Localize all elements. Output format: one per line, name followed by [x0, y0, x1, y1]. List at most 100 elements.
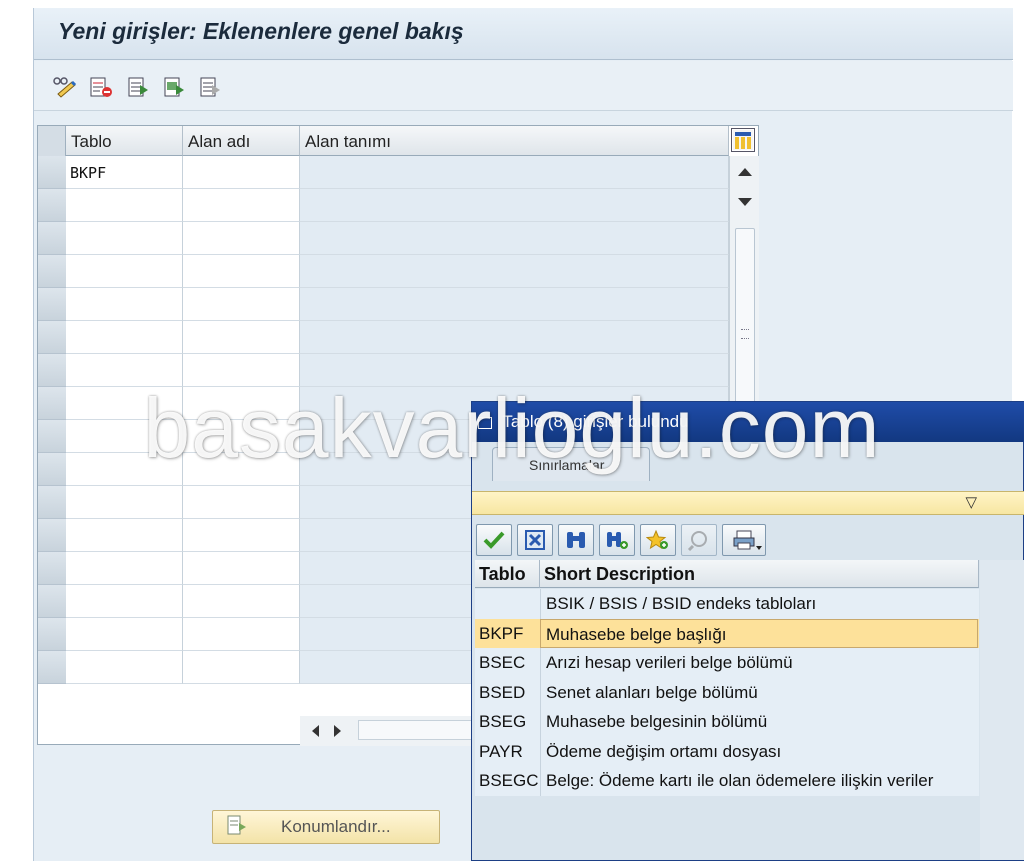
- row-selector[interactable]: [38, 222, 66, 255]
- cell-tablo[interactable]: [66, 354, 183, 387]
- search-results-popup: Tablo (8) girişler bulundu Sınırlamalar …: [471, 401, 1024, 861]
- cell-alan-tanimi[interactable]: [300, 255, 729, 288]
- result-row[interactable]: BSEG Muhasebe belgesinin bölümü: [475, 707, 979, 737]
- cell-alan-adi[interactable]: [183, 420, 300, 453]
- cell-tablo[interactable]: [66, 585, 183, 618]
- cell-alan-tanimi[interactable]: [300, 354, 729, 387]
- print-icon[interactable]: [722, 524, 766, 556]
- column-header-alan-tanimi[interactable]: Alan tanımı: [300, 126, 729, 156]
- cell-alan-adi[interactable]: [183, 321, 300, 354]
- cell-alan-adi[interactable]: [183, 519, 300, 552]
- scroll-up-icon[interactable]: [738, 168, 752, 176]
- cell-alan-tanimi[interactable]: [300, 222, 729, 255]
- title-bar: Yeni girişler: Eklenenlere genel bakış: [34, 8, 1013, 60]
- result-description: Arızi hesap verileri belge bölümü: [540, 648, 978, 678]
- position-button[interactable]: Konumlandır...: [212, 810, 440, 844]
- cell-tablo[interactable]: [66, 189, 183, 222]
- cell-alan-adi[interactable]: [183, 222, 300, 255]
- result-tablo: BSED: [479, 682, 526, 702]
- row-selector[interactable]: [38, 189, 66, 222]
- cell-alan-adi[interactable]: [183, 453, 300, 486]
- select-all-icon[interactable]: [124, 73, 154, 101]
- cell-tablo[interactable]: [66, 255, 183, 288]
- cell-alan-adi[interactable]: [183, 618, 300, 651]
- cell-tablo[interactable]: [66, 321, 183, 354]
- cell-tablo[interactable]: BKPF: [66, 156, 183, 189]
- select-all-cell[interactable]: [38, 126, 66, 156]
- tab-restrictions[interactable]: Sınırlamalar: [492, 447, 650, 481]
- cancel-close-icon[interactable]: [517, 524, 553, 556]
- help-info-icon[interactable]: [681, 524, 717, 556]
- cell-tablo[interactable]: [66, 618, 183, 651]
- cell-tablo[interactable]: [66, 453, 183, 486]
- delete-rows-icon[interactable]: [86, 73, 116, 101]
- result-tablo: BSEGC: [479, 771, 539, 790]
- scroll-left-icon[interactable]: [312, 725, 319, 737]
- result-row[interactable]: BSEGC Belge: Ödeme kartı ile olan ödemele…: [475, 766, 979, 796]
- print-dropdown-icon[interactable]: [756, 546, 762, 550]
- display-change-icon[interactable]: [50, 73, 80, 101]
- find-next-icon[interactable]: [599, 524, 635, 556]
- select-block-icon[interactable]: [160, 73, 190, 101]
- popup-window-icon: [478, 416, 492, 429]
- cell-alan-adi[interactable]: [183, 486, 300, 519]
- row-selector[interactable]: [38, 288, 66, 321]
- cell-alan-adi[interactable]: [183, 651, 300, 684]
- cell-tablo[interactable]: [66, 486, 183, 519]
- result-row[interactable]: PAYR Ödeme değişim ortamı dosyası: [475, 736, 979, 766]
- find-binoculars-icon[interactable]: [558, 524, 594, 556]
- row-selector[interactable]: [38, 519, 66, 552]
- table-settings-icon[interactable]: [731, 128, 755, 152]
- cell-tablo[interactable]: [66, 387, 183, 420]
- column-header-short-description[interactable]: Short Description: [540, 560, 979, 588]
- cell-alan-tanimi[interactable]: [300, 156, 729, 189]
- popup-title: Tablo (8) girişler bulundu: [502, 412, 689, 431]
- cell-alan-adi[interactable]: [183, 552, 300, 585]
- row-selector[interactable]: [38, 387, 66, 420]
- row-selector[interactable]: [38, 486, 66, 519]
- result-row[interactable]: BSED Senet alanları belge bölümü: [475, 677, 979, 707]
- h-scroll-thumb[interactable]: [358, 720, 478, 740]
- result-row[interactable]: BSEC Arızi hesap verileri belge bölümü: [475, 648, 979, 678]
- row-selector[interactable]: [38, 651, 66, 684]
- row-selector[interactable]: [38, 420, 66, 453]
- cell-alan-tanimi[interactable]: [300, 189, 729, 222]
- expand-restrictions-icon[interactable]: ▽: [965, 493, 977, 511]
- scroll-right-icon[interactable]: [334, 725, 341, 737]
- cell-alan-adi[interactable]: [183, 189, 300, 222]
- cell-alan-tanimi[interactable]: [300, 288, 729, 321]
- cell-alan-adi[interactable]: [183, 156, 300, 189]
- column-header-alan-adi[interactable]: Alan adı: [183, 126, 300, 156]
- popup-title-bar[interactable]: Tablo (8) girişler bulundu: [472, 402, 1024, 442]
- row-selector[interactable]: [38, 453, 66, 486]
- result-row[interactable]: BSIK / BSIS / BSID endeks tabloları: [475, 589, 979, 619]
- cell-alan-adi[interactable]: [183, 387, 300, 420]
- cell-alan-adi[interactable]: [183, 255, 300, 288]
- deselect-all-icon[interactable]: [196, 73, 226, 101]
- row-selector[interactable]: [38, 618, 66, 651]
- cell-alan-tanimi[interactable]: [300, 321, 729, 354]
- row-selector[interactable]: [38, 354, 66, 387]
- row-selector[interactable]: [38, 585, 66, 618]
- cell-alan-adi[interactable]: [183, 354, 300, 387]
- confirm-check-icon[interactable]: [476, 524, 512, 556]
- result-description: Belge: Ödeme kartı ile olan ödemelere il…: [540, 766, 978, 796]
- scroll-down-icon[interactable]: [738, 198, 752, 206]
- row-selector[interactable]: [38, 552, 66, 585]
- cell-tablo[interactable]: [66, 519, 183, 552]
- cell-alan-adi[interactable]: [183, 585, 300, 618]
- column-header-tablo[interactable]: Tablo: [475, 560, 540, 588]
- restrictions-toggle-bar[interactable]: ▽: [472, 491, 1024, 515]
- row-selector[interactable]: [38, 255, 66, 288]
- cell-tablo[interactable]: [66, 651, 183, 684]
- column-header-tablo[interactable]: Tablo: [66, 126, 183, 156]
- cell-tablo[interactable]: [66, 420, 183, 453]
- cell-tablo[interactable]: [66, 288, 183, 321]
- row-selector[interactable]: [38, 321, 66, 354]
- row-selector[interactable]: [38, 156, 66, 189]
- result-row[interactable]: BKPF Muhasebe belge başlığı: [475, 618, 979, 648]
- add-favorite-star-icon[interactable]: [640, 524, 676, 556]
- cell-alan-adi[interactable]: [183, 288, 300, 321]
- cell-tablo[interactable]: [66, 222, 183, 255]
- cell-tablo[interactable]: [66, 552, 183, 585]
